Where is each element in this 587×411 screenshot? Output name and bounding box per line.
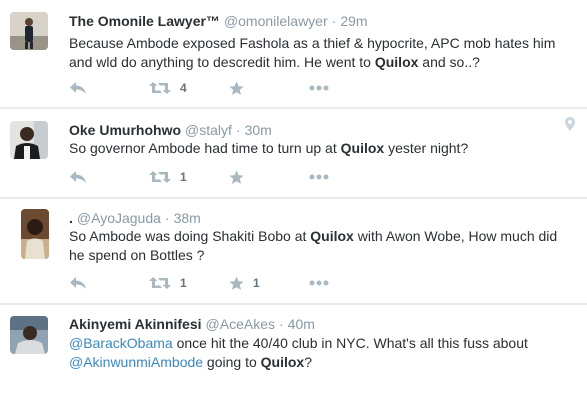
highlighted-keyword: Quilox: [374, 54, 419, 70]
tweet-text-segment: ?: [304, 354, 313, 370]
location-pin-icon[interactable]: [565, 117, 575, 136]
user-avatar-icon[interactable]: [10, 316, 48, 354]
user-avatar-icon[interactable]: [10, 121, 48, 159]
display-name[interactable]: Oke Umurhohwo: [69, 122, 181, 138]
retweet-icon: [149, 82, 171, 94]
retweet-button[interactable]: 1: [149, 274, 187, 292]
user-avatar-icon[interactable]: [21, 209, 49, 259]
tweet[interactable]: Oke Umurhohwo @stalyf · 30m So governor Amb…: [0, 109, 587, 197]
mention-link[interactable]: @AkinwunmiAmbode: [69, 354, 203, 370]
tweet-header: The Omonile Lawyer™ @omonilelawyer · 29m: [69, 13, 368, 30]
retweet-count: 1: [180, 276, 187, 290]
more-icon: [309, 85, 329, 91]
timestamp[interactable]: 38m: [174, 210, 201, 226]
reply-icon: [70, 277, 86, 289]
retweet-count: 4: [180, 81, 187, 95]
tweet-text-segment: going to: [203, 354, 261, 370]
like-button[interactable]: [229, 79, 253, 97]
tweet[interactable]: Akinyemi Akinnifesi @AceAkes · 40m @BarackO…: [0, 305, 587, 411]
timestamp[interactable]: 40m: [288, 316, 315, 332]
star-icon: [229, 81, 244, 95]
more-icon: [309, 174, 329, 180]
reply-button[interactable]: [69, 168, 87, 186]
tweet-text-segment: yester night?: [384, 140, 469, 156]
highlighted-keyword: Quilox: [310, 228, 354, 244]
separator: ·: [331, 13, 337, 29]
separator: ·: [235, 122, 241, 138]
tweet[interactable]: . @AyoJaguda · 38m So Ambode was doing Shak…: [0, 199, 587, 303]
username[interactable]: @omonilelawyer: [224, 13, 328, 29]
retweet-button[interactable]: 4: [149, 79, 187, 97]
tweet-text-segment: Because Ambode exposed Fashola as a thie…: [69, 35, 556, 70]
tweet-text: So Ambode was doing Shakiti Bobo at Quil…: [69, 227, 574, 265]
like-count: 1: [253, 276, 260, 290]
star-icon: [229, 170, 244, 184]
display-name[interactable]: .: [69, 210, 73, 226]
username[interactable]: @AceAkes: [206, 316, 275, 332]
more-button[interactable]: [309, 274, 329, 292]
tweet-text-segment: So Ambode was doing Shakiti Bobo at: [69, 228, 311, 244]
reply-button[interactable]: [69, 274, 87, 292]
more-button[interactable]: [309, 168, 329, 186]
tweet-header: Oke Umurhohwo @stalyf · 30m: [69, 122, 272, 139]
highlighted-keyword: Quilox: [340, 140, 385, 156]
tweet-header: Akinyemi Akinnifesi @AceAkes · 40m: [69, 316, 315, 333]
retweet-icon: [149, 277, 171, 289]
highlighted-keyword: Quilox: [260, 354, 305, 370]
reply-icon: [70, 171, 86, 183]
tweet-actions: 1: [69, 168, 369, 186]
tweet-text-segment: once hit the 40/40 club in NYC. What's a…: [172, 335, 528, 351]
like-button[interactable]: [229, 168, 253, 186]
retweet-icon: [149, 171, 171, 183]
display-name[interactable]: The Omonile Lawyer™: [69, 13, 220, 29]
timeline: The Omonile Lawyer™ @omonilelawyer · 29m Be…: [0, 0, 587, 411]
timestamp[interactable]: 29m: [340, 13, 367, 29]
reply-button[interactable]: [69, 79, 87, 97]
more-icon: [309, 280, 329, 286]
tweet-actions: 1 1: [69, 274, 369, 292]
like-button[interactable]: 1: [229, 274, 260, 292]
display-name[interactable]: Akinyemi Akinnifesi: [69, 316, 202, 332]
separator: ·: [279, 316, 284, 332]
user-avatar-icon[interactable]: [10, 12, 48, 50]
tweet[interactable]: The Omonile Lawyer™ @omonilelawyer · 29m Be…: [0, 0, 587, 107]
tweet-actions: 4: [69, 79, 369, 97]
tweet-text-segment: and so..?: [418, 54, 480, 70]
reply-icon: [70, 82, 86, 94]
separator: ·: [164, 210, 170, 226]
retweet-button[interactable]: 1: [149, 168, 187, 186]
star-icon: [229, 276, 244, 290]
username[interactable]: @stalyf: [185, 122, 232, 138]
tweet-header: . @AyoJaguda · 38m: [69, 210, 201, 227]
tweet-text-segment: So governor Ambode had time to turn up a…: [69, 140, 341, 156]
tweet-text: So governor Ambode had time to turn up a…: [69, 139, 574, 158]
mention-link[interactable]: @BarackObama: [69, 335, 173, 351]
username[interactable]: @AyoJaguda: [77, 210, 161, 226]
more-button[interactable]: [309, 79, 329, 97]
timestamp[interactable]: 30m: [245, 122, 272, 138]
tweet-text: @BarackObama once hit the 40/40 club in …: [69, 334, 574, 372]
tweet-text: Because Ambode exposed Fashola as a thie…: [69, 34, 574, 72]
retweet-count: 1: [180, 170, 187, 184]
